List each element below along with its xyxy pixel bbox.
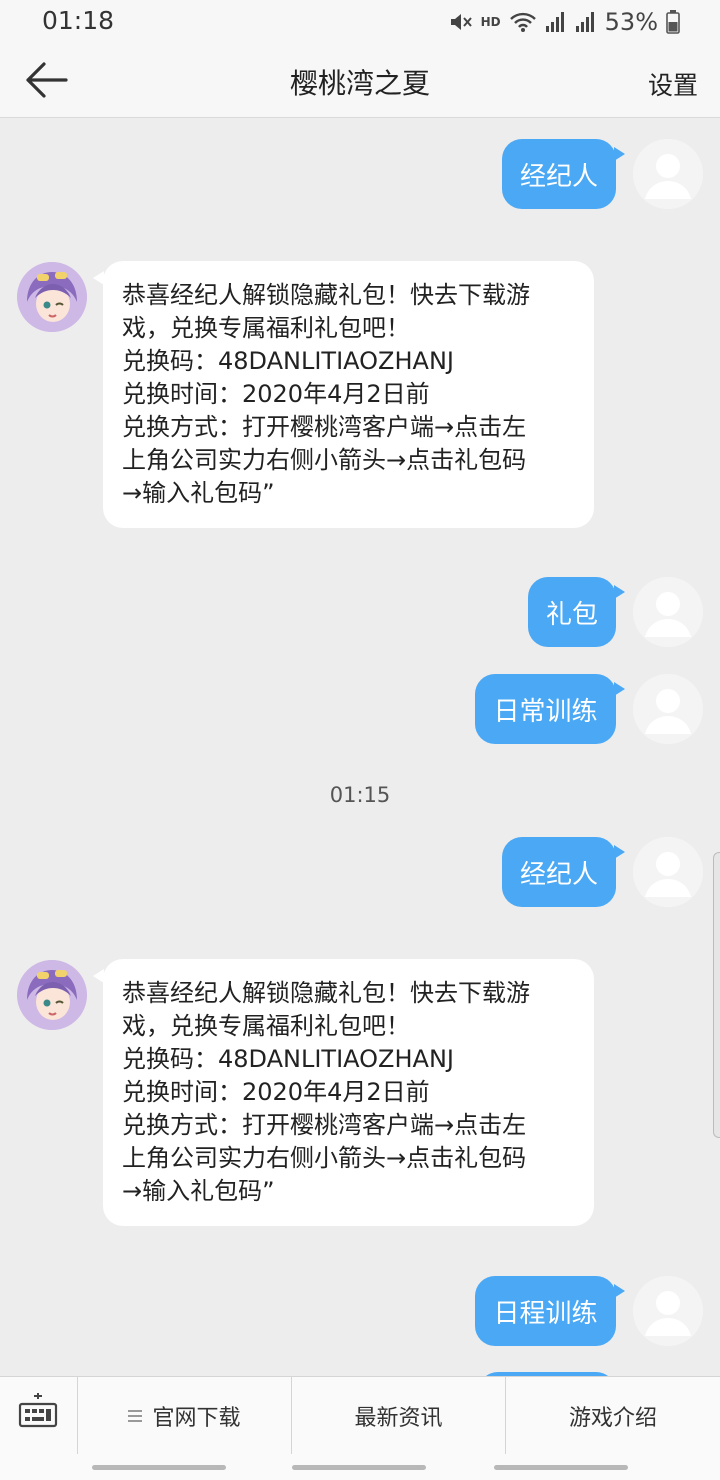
message-line: 兑换方式：打开樱桃湾客户端→点击左: [122, 413, 527, 441]
signal-icon: [545, 12, 564, 32]
user-avatar-icon[interactable]: [633, 1276, 703, 1346]
user-avatar-icon[interactable]: [633, 577, 703, 647]
page-title: 樱桃湾之夏: [289, 67, 430, 100]
user-message-bubble[interactable]: 日程训练: [475, 1276, 625, 1346]
bot-message-bubble[interactable]: 恭喜经纪人解锁隐藏礼包！快去下载游 戏，兑换专属福利礼包吧！ 兑换码：48DAN…: [93, 261, 594, 528]
nav-bar: 樱桃湾之夏 设置: [0, 44, 720, 118]
time-separator: 01:15: [329, 783, 391, 807]
settings-button[interactable]: 设置: [648, 66, 698, 102]
battery-icon: [666, 10, 680, 34]
battery-percent: 53%: [604, 8, 658, 36]
status-bar: 01:18 HD 53%: [0, 0, 720, 44]
message-line: 兑换方式：打开樱桃湾客户端→点击左: [122, 1111, 527, 1139]
bot-avatar-icon[interactable]: [17, 960, 87, 1030]
message-line: →输入礼包码”: [122, 1177, 275, 1205]
user-avatar-icon[interactable]: [633, 837, 703, 907]
menu-item-label: 官网下载: [152, 1405, 241, 1431]
message-line: 上角公司实力右侧小箭头→点击礼包码: [122, 446, 527, 474]
keyboard-icon: [18, 1393, 58, 1428]
gesture-hint[interactable]: [494, 1465, 628, 1470]
menu-official-download[interactable]: 官网下载: [78, 1377, 292, 1454]
gesture-hint[interactable]: [92, 1465, 226, 1470]
bot-message-bubble[interactable]: 恭喜经纪人解锁隐藏礼包！快去下载游 戏，兑换专属福利礼包吧！ 兑换码：48DAN…: [93, 959, 594, 1226]
keyboard-toggle-button[interactable]: [0, 1377, 78, 1454]
message-line: 兑换时间：2020年4月2日前: [122, 380, 430, 408]
user-message-bubble[interactable]: 经纪人: [502, 837, 625, 907]
user-message-bubble[interactable]: 礼包: [528, 577, 625, 647]
menu-item-label: 游戏介绍: [568, 1405, 657, 1431]
message-line: 上角公司实力右侧小箭头→点击礼包码: [122, 1144, 527, 1172]
menu-game-intro[interactable]: 游戏介绍: [506, 1377, 720, 1454]
message-line: 戏，兑换专属福利礼包吧！: [122, 314, 410, 342]
gesture-nav-bar: [0, 1454, 720, 1480]
status-time: 01:18: [42, 6, 115, 35]
menu-item-label: 最新资讯: [354, 1405, 443, 1431]
message-line: →输入礼包码”: [122, 479, 275, 507]
message-line: 兑换码：48DANLITIAOZHANJ: [122, 1045, 454, 1073]
menu-lines-icon: [128, 1409, 143, 1422]
bot-avatar-icon[interactable]: [17, 262, 87, 332]
hd-label: HD: [480, 15, 501, 29]
user-avatar-icon[interactable]: [633, 674, 703, 744]
message-line: 恭喜经纪人解锁隐藏礼包！快去下载游: [122, 281, 530, 309]
message-line: 恭喜经纪人解锁隐藏礼包！快去下载游: [122, 979, 530, 1007]
status-icons: HD 53%: [449, 6, 680, 38]
message-line: 戏，兑换专属福利礼包吧！: [122, 1012, 410, 1040]
chat-area[interactable]: 经纪人 恭喜经纪人解锁隐藏礼包！快去下载游 戏，兑换专属福利礼包吧！ 兑换码：4…: [0, 119, 720, 1376]
user-avatar-icon[interactable]: [633, 139, 703, 209]
bottom-menu-bar: 官网下载 最新资讯 游戏介绍: [0, 1376, 720, 1454]
scrollbar[interactable]: [713, 852, 720, 1138]
message-line: 兑换时间：2020年4月2日前: [122, 1078, 430, 1106]
mute-icon: [450, 14, 472, 30]
message-line: 兑换码：48DANLITIAOZHANJ: [122, 347, 454, 375]
signal-icon-2: [575, 12, 594, 32]
gesture-hint[interactable]: [292, 1465, 426, 1470]
user-message-bubble[interactable]: 经纪人: [502, 139, 625, 209]
menu-latest-news[interactable]: 最新资讯: [292, 1377, 506, 1454]
wifi-icon: [509, 12, 536, 32]
user-message-bubble[interactable]: 日常训练: [475, 674, 625, 744]
